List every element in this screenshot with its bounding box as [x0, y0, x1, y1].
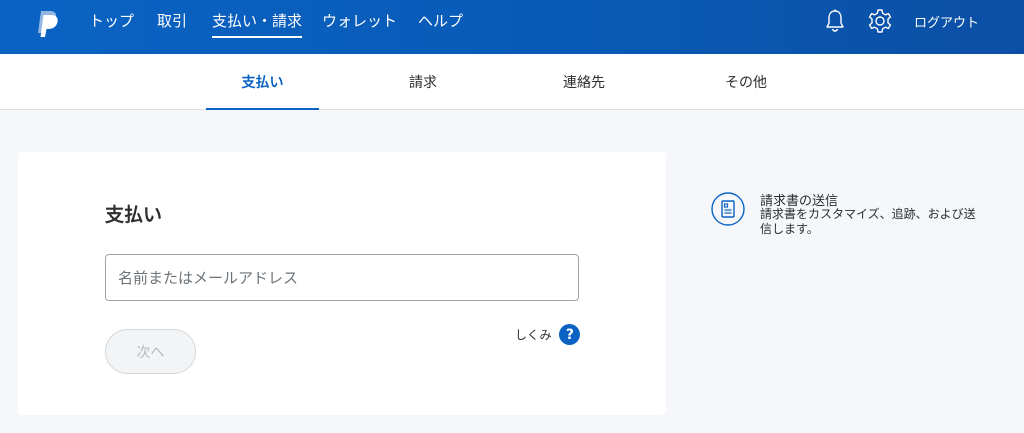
card-title: 支払い	[105, 204, 163, 226]
how-it-works-label: しくみ	[515, 328, 552, 342]
nav-item-top[interactable]: トップ	[89, 11, 134, 37]
recipient-search-input[interactable]	[105, 254, 579, 301]
invoice-document-icon	[711, 192, 745, 226]
how-it-works-link[interactable]: しくみ ?	[515, 324, 581, 345]
paypal-logo-icon[interactable]	[35, 9, 59, 39]
promo-description: 請求書をカスタマイズ、追跡、および送信します。	[760, 207, 976, 236]
bell-icon[interactable]	[822, 8, 848, 34]
nav-item-pay-and-request[interactable]: 支払い・請求	[212, 11, 303, 38]
nav-item-transactions[interactable]: 取引	[157, 11, 187, 37]
tab-contacts[interactable]: 連絡先	[540, 54, 628, 110]
tab-more[interactable]: その他	[700, 54, 792, 110]
gear-icon[interactable]	[867, 8, 893, 34]
payment-card: 支払い 次へ しくみ ?	[18, 152, 666, 415]
next-button[interactable]: 次へ	[105, 329, 196, 374]
question-mark-icon[interactable]: ?	[559, 324, 581, 345]
tab-request[interactable]: 請求	[380, 54, 466, 110]
top-navigation-bar: トップ 取引 支払い・請求 ウォレット ヘルプ ログアウト	[0, 0, 1024, 54]
logout-link[interactable]: ログアウト	[914, 12, 979, 31]
nav-item-help[interactable]: ヘルプ	[418, 11, 463, 37]
nav-item-wallet[interactable]: ウォレット	[322, 11, 397, 37]
secondary-tab-bar: 支払い 請求 連絡先 その他	[0, 54, 1024, 110]
tab-pay[interactable]: 支払い	[206, 54, 319, 110]
